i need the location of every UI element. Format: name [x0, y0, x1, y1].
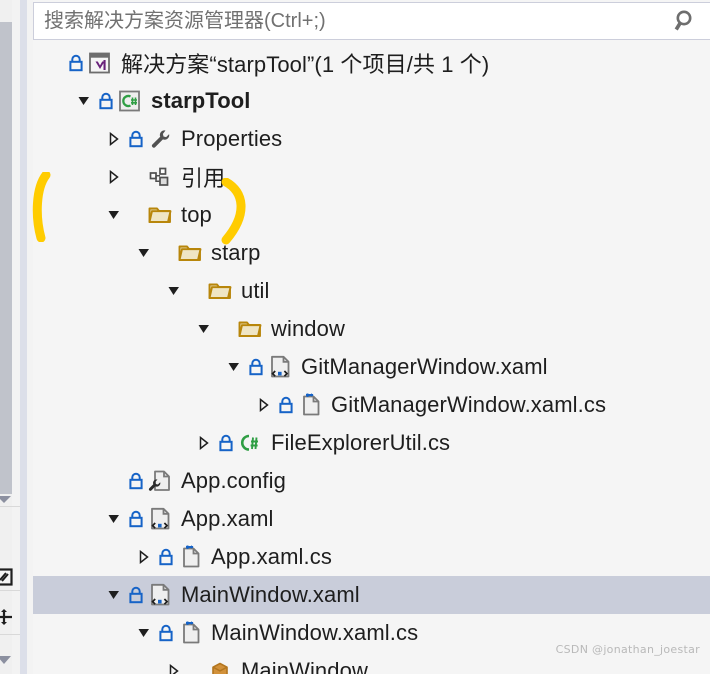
- lock-icon: [127, 462, 145, 500]
- tree-item-label: util: [241, 278, 270, 303]
- config-icon: [145, 462, 175, 500]
- properties-icon[interactable]: [0, 608, 13, 626]
- folder-icon: [205, 272, 235, 310]
- tree-item-label: starpTool: [151, 88, 251, 113]
- codebehind-icon: [295, 386, 325, 424]
- tree-item-label: GitManagerWindow.xaml: [301, 354, 548, 379]
- search-input[interactable]: [34, 5, 662, 37]
- lock-icon: [277, 386, 295, 424]
- codebehind-icon: [175, 614, 205, 652]
- chevron-right-icon[interactable]: [101, 120, 127, 158]
- chevron-right-icon[interactable]: [191, 424, 217, 462]
- tree-item-starptool[interactable]: starpTool: [33, 82, 710, 120]
- tree-item-label: starp: [211, 240, 261, 265]
- chevron-down-icon[interactable]: [221, 348, 247, 386]
- pin-icon[interactable]: [0, 652, 13, 670]
- solution-icon: [85, 44, 115, 82]
- tree-item-fileexplorerutil.cs[interactable]: FileExplorerUtil.cs: [33, 424, 710, 462]
- chevron-down-icon[interactable]: [101, 196, 127, 234]
- lock-icon: [157, 538, 175, 576]
- chevron-down-icon[interactable]: [101, 576, 127, 614]
- tree-item-label: MainWindow.xaml: [181, 582, 360, 607]
- folder-icon: [145, 196, 175, 234]
- gutter-separator: [0, 590, 20, 591]
- chevron-right-icon[interactable]: [251, 386, 277, 424]
- tree-item-app.xaml[interactable]: App.xaml: [33, 500, 710, 538]
- tree-item-label: FileExplorerUtil.cs: [271, 430, 451, 455]
- tree-item-[interactable]: 引用: [33, 158, 710, 196]
- tree-item-top[interactable]: top: [33, 196, 710, 234]
- tree-item-app.config[interactable]: App.config: [33, 462, 710, 500]
- tree-item-label: Properties: [181, 126, 283, 151]
- lock-icon: [67, 44, 85, 82]
- solution-tree[interactable]: 解决方案“starpTool”(1 个项目/共 1 个) starpTool Pro…: [33, 44, 710, 674]
- lock-icon: [247, 348, 265, 386]
- watermark: CSDN @jonathan_joestar: [555, 643, 700, 656]
- tree-item-starp[interactable]: starp: [33, 234, 710, 272]
- references-icon: [145, 158, 175, 196]
- tree-item-app.xaml.cs[interactable]: App.xaml.cs: [33, 538, 710, 576]
- tree-item-mainwindow.xaml[interactable]: MainWindow.xaml: [33, 576, 710, 614]
- tree-item-gitmanagerwindow.xaml[interactable]: GitManagerWindow.xaml: [33, 348, 710, 386]
- tree-item-label: GitManagerWindow.xaml.cs: [331, 392, 607, 417]
- toolbox-icon[interactable]: [0, 568, 13, 586]
- chevron-down-icon[interactable]: [131, 614, 157, 652]
- chevron-down-icon[interactable]: [131, 234, 157, 272]
- xaml-icon: [145, 576, 175, 614]
- lock-icon: [127, 576, 145, 614]
- tree-item-properties[interactable]: Properties: [33, 120, 710, 158]
- chevron-down-icon[interactable]: [101, 500, 127, 538]
- csharp-icon: [235, 424, 265, 462]
- arrow-icon[interactable]: [0, 492, 13, 510]
- tree-item-label: window: [271, 316, 345, 341]
- xaml-icon: [265, 348, 295, 386]
- tree-item-label: top: [181, 202, 212, 227]
- gutter-separator: [0, 634, 20, 635]
- chevron-right-icon[interactable]: [101, 158, 127, 196]
- tree-item-label: App.xaml: [181, 506, 274, 531]
- lock-icon: [127, 500, 145, 538]
- chevron-right-icon[interactable]: [131, 538, 157, 576]
- lock-icon: [157, 614, 175, 652]
- class-icon: [205, 652, 235, 674]
- chevron-down-icon[interactable]: [161, 272, 187, 310]
- search-bar[interactable]: [33, 2, 710, 40]
- tree-item-util[interactable]: util: [33, 272, 710, 310]
- tree-item-label: 引用: [181, 166, 226, 191]
- csproj-icon: [115, 82, 145, 120]
- wrench-icon: [145, 120, 175, 158]
- folder-icon: [175, 234, 205, 272]
- tree-item-label: 解决方案“starpTool”(1 个项目/共 1 个): [121, 52, 490, 77]
- solution-explorer-panel: 解决方案“starpTool”(1 个项目/共 1 个) starpTool Pro…: [0, 0, 710, 674]
- tree-item-label: MainWindow: [241, 658, 368, 674]
- tree-item-window[interactable]: window: [33, 310, 710, 348]
- tree-item-label: App.config: [181, 468, 286, 493]
- tree-item-gitmanagerwindow.xaml.cs[interactable]: GitManagerWindow.xaml.cs: [33, 386, 710, 424]
- lock-icon: [127, 120, 145, 158]
- chevron-right-icon[interactable]: [161, 652, 187, 674]
- tree-item-label: App.xaml.cs: [211, 544, 332, 569]
- scrollbar-thumb[interactable]: [0, 22, 12, 494]
- codebehind-icon: [175, 538, 205, 576]
- lock-icon: [217, 424, 235, 462]
- xaml-icon: [145, 500, 175, 538]
- chevron-down-icon[interactable]: [191, 310, 217, 348]
- left-gutter: [0, 0, 33, 674]
- gutter-divider: [20, 0, 27, 674]
- folder-icon: [235, 310, 265, 348]
- lock-icon: [97, 82, 115, 120]
- search-icon[interactable]: [662, 3, 710, 39]
- chevron-down-icon[interactable]: [71, 82, 97, 120]
- tree-item-starptool-1-1[interactable]: 解决方案“starpTool”(1 个项目/共 1 个): [33, 44, 710, 82]
- tree-item-label: MainWindow.xaml.cs: [211, 620, 419, 645]
